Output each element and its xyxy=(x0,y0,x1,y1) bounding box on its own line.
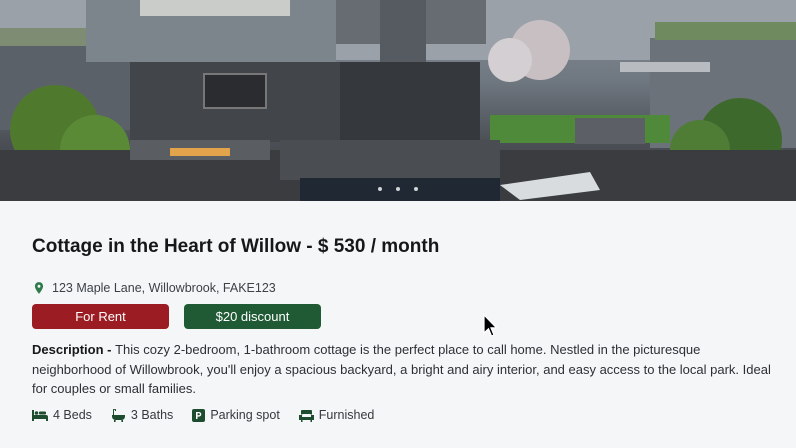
armchair-icon xyxy=(298,409,314,422)
listing-photo[interactable] xyxy=(0,0,796,201)
address-text: 123 Maple Lane, Willowbrook, FAKE123 xyxy=(52,281,276,295)
listing-title: Cottage in the Heart of Willow - $ 530 /… xyxy=(32,236,440,257)
carousel-dot[interactable] xyxy=(396,187,400,191)
carousel-dot[interactable] xyxy=(414,187,419,191)
bed-icon xyxy=(32,410,48,421)
parking-label: Parking spot xyxy=(210,408,280,422)
beds-label: 4 Beds xyxy=(53,408,92,422)
listing-description: Description - This cozy 2-bedroom, 1-bat… xyxy=(32,340,772,399)
discount-button[interactable]: $20 discount xyxy=(184,304,321,329)
feature-list: 4 Beds 3 Baths Parking spot Furnished xyxy=(32,408,393,422)
carousel-dot[interactable] xyxy=(377,187,382,191)
feature-beds: 4 Beds xyxy=(32,408,92,422)
for-rent-button[interactable]: For Rent xyxy=(32,304,169,329)
description-text: This cozy 2-bedroom, 1-bathroom cottage … xyxy=(32,342,771,396)
feature-parking: Parking spot xyxy=(192,408,280,422)
house-illustration xyxy=(0,0,796,201)
feature-furnished: Furnished xyxy=(298,408,375,422)
baths-label: 3 Baths xyxy=(130,408,174,422)
location-pin-icon xyxy=(34,282,44,294)
description-label: Description - xyxy=(32,342,116,357)
bathtub-icon xyxy=(111,408,125,422)
listing-address: 123 Maple Lane, Willowbrook, FAKE123 xyxy=(32,281,276,295)
parking-icon xyxy=(192,408,206,422)
feature-baths: 3 Baths xyxy=(111,408,173,422)
furnished-label: Furnished xyxy=(318,408,375,422)
mouse-cursor-icon xyxy=(483,314,497,337)
carousel-dots[interactable] xyxy=(0,178,796,196)
